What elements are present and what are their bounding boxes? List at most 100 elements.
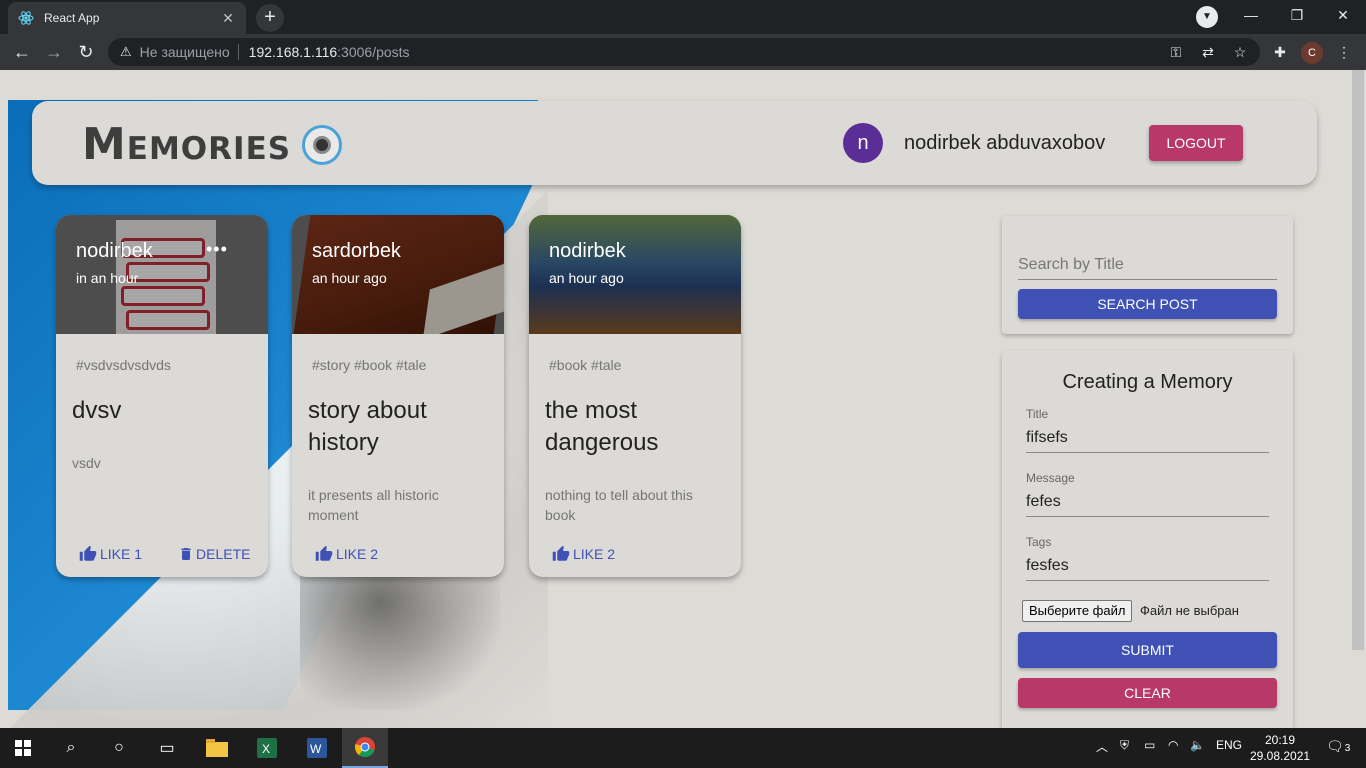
title-field[interactable] — [1026, 423, 1269, 453]
delete-label: DELETE — [196, 546, 251, 562]
clock-time: 20:19 — [1264, 733, 1296, 747]
post-time: an hour ago — [549, 270, 624, 286]
post-time: in an hour — [76, 270, 139, 286]
address-separator — [237, 44, 239, 60]
file-explorer-icon[interactable] — [194, 728, 240, 768]
post-author: nodirbek — [549, 240, 626, 262]
reload-icon[interactable]: ↻ — [72, 38, 100, 66]
form-title: Creating a Memory — [1062, 371, 1233, 393]
tags-field-label: Tags — [1026, 535, 1052, 549]
thumb-up-icon — [79, 545, 97, 561]
warning-icon: ⚠ — [120, 44, 132, 59]
search-input[interactable] — [1018, 250, 1277, 280]
excel-icon[interactable]: X — [244, 728, 290, 768]
tab-close-icon[interactable]: ✕ — [220, 10, 236, 27]
notifications-icon[interactable]: 🗨3 — [1326, 738, 1350, 755]
key-icon[interactable]: ⚿ — [1164, 38, 1188, 66]
antivirus-icon[interactable]: ⛨ — [1120, 738, 1129, 753]
forward-icon[interactable]: → — [40, 38, 68, 66]
profile-avatar[interactable]: C — [1301, 42, 1323, 64]
browser-tab-bar: React App ✕ + ▼ — ❐ ✕ — [0, 0, 1366, 34]
post-title: story about history — [308, 397, 427, 456]
like-button[interactable]: LIKE 2 — [314, 545, 378, 563]
post-tags: #vsdvsdvsdvds — [76, 357, 171, 373]
word-icon[interactable]: W — [294, 728, 340, 768]
thumb-up-icon — [315, 545, 333, 561]
like-label: LIKE 2 — [573, 546, 616, 562]
post-message: nothing to tell about this book — [545, 487, 693, 523]
post-time: an hour ago — [312, 270, 387, 286]
minimize-icon[interactable]: — — [1228, 0, 1274, 32]
security-status: Не защищено — [139, 44, 230, 60]
tray-chevron-icon[interactable]: ︿ — [1096, 738, 1108, 755]
post-tags: #story #book #tale — [312, 357, 427, 373]
app-bar: Memories n nodirbek abduvaxobov LOGOUT — [32, 101, 1317, 185]
windows-taskbar: ⌕ ○ ▭ X W ︿ ⛨ ▭ ◠ 🔈 ENG 20:19 29.08.2021… — [0, 728, 1366, 768]
post-message: it presents all historic moment — [308, 487, 439, 523]
clear-button[interactable]: CLEAR — [1018, 678, 1277, 708]
logout-button[interactable]: LOGOUT — [1149, 125, 1243, 161]
clock-date: 29.08.2021 — [1250, 749, 1311, 763]
delete-button[interactable]: DELETE — [178, 545, 250, 563]
post-author: nodirbek — [76, 240, 153, 262]
submit-button[interactable]: SUBMIT — [1018, 632, 1277, 668]
browser-tab[interactable]: React App ✕ — [8, 2, 246, 34]
message-field[interactable] — [1026, 487, 1269, 517]
tags-field[interactable] — [1026, 551, 1269, 581]
choose-file-button[interactable]: Выберите файл — [1022, 600, 1133, 622]
title-field-label: Title — [1026, 407, 1049, 421]
extensions-icon[interactable]: ✚ — [1268, 38, 1292, 66]
post-card: sardorbek an hour ago #story #book #tale… — [292, 215, 504, 577]
like-button[interactable]: LIKE 1 — [78, 545, 142, 563]
battery-icon[interactable]: ▭ — [1144, 738, 1155, 752]
svg-text:W: W — [310, 742, 322, 756]
menu-kebab-icon[interactable]: ⋮ — [1332, 38, 1356, 66]
scrollbar-thumb[interactable] — [1352, 70, 1364, 650]
tab-title: React App — [44, 11, 100, 25]
search-post-button[interactable]: SEARCH POST — [1018, 289, 1277, 319]
new-tab-button[interactable]: + — [256, 4, 284, 32]
page-viewport: Memories n nodirbek abduvaxobov LOGOUT n… — [0, 70, 1350, 728]
like-button[interactable]: LIKE 2 — [551, 545, 615, 563]
windows-start-icon[interactable] — [0, 728, 46, 768]
volume-icon[interactable]: 🔈 — [1190, 738, 1205, 752]
page-scrollbar[interactable] — [1350, 70, 1366, 728]
post-message: vsdv — [72, 455, 101, 471]
more-options-icon[interactable]: ••• — [206, 239, 228, 260]
post-card: nodirbek in an hour ••• #vsdvsdvsdvds dv… — [56, 215, 268, 577]
trash-icon — [181, 548, 191, 560]
chrome-icon[interactable] — [342, 728, 388, 768]
memories-logo-icon — [302, 125, 342, 165]
url-path: :3006/posts — [337, 44, 410, 60]
translate-icon[interactable]: ⇄ — [1196, 38, 1220, 66]
language-indicator[interactable]: ENG — [1216, 738, 1242, 752]
task-view-icon[interactable]: ▭ — [144, 728, 190, 768]
thumb-up-icon — [552, 545, 570, 561]
react-icon — [18, 10, 34, 26]
post-card: nodirbek an hour ago #book #tale the mos… — [529, 215, 741, 577]
create-memory-form: Creating a Memory Title Message Tags Выб… — [1002, 351, 1293, 728]
tab-search-icon[interactable]: ▼ — [1196, 6, 1218, 28]
bookmark-star-icon[interactable]: ☆ — [1228, 38, 1252, 66]
back-icon[interactable]: ← — [8, 38, 36, 66]
like-label: LIKE 1 — [100, 546, 143, 562]
search-icon[interactable]: ⌕ — [48, 728, 94, 768]
cortana-icon[interactable]: ○ — [96, 728, 142, 768]
restore-icon[interactable]: ❐ — [1274, 0, 1320, 32]
wifi-icon[interactable]: ◠ — [1168, 738, 1178, 752]
file-status: Файл не выбран — [1140, 603, 1239, 618]
post-title: the most dangerous — [545, 397, 659, 456]
app-logo-text[interactable]: Memories — [82, 119, 291, 170]
url-host: 192.168.1.116 — [248, 44, 338, 60]
message-field-label: Message — [1026, 471, 1075, 485]
notification-count: 3 — [1344, 743, 1351, 754]
post-author: sardorbek — [312, 240, 401, 262]
post-title: dvsv — [72, 397, 122, 424]
post-tags: #book #tale — [549, 357, 622, 373]
svg-text:X: X — [262, 742, 270, 756]
user-avatar: n — [843, 123, 883, 163]
close-window-icon[interactable]: ✕ — [1320, 0, 1366, 32]
system-clock[interactable]: 20:19 29.08.2021 — [1250, 732, 1310, 764]
browser-toolbar: ← → ↻ ⚠ Не защищено 192.168.1.116 :3006/… — [0, 34, 1366, 70]
address-bar[interactable]: ⚠ Не защищено 192.168.1.116 :3006/posts — [108, 38, 1260, 66]
